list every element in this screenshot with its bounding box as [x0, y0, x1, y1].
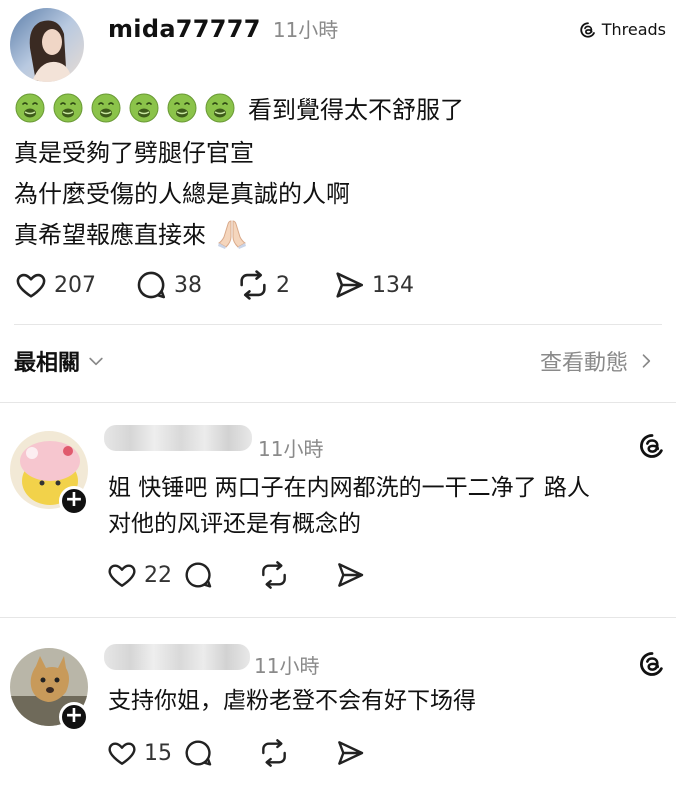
reply-text-line: 支持你姐，虐粉老登不会有好下场得 [108, 688, 476, 714]
repost-button[interactable] [258, 737, 334, 769]
reply-body: 支持你姐，虐粉老登不会有好下场得 [108, 683, 476, 719]
share-count: 134 [372, 272, 414, 298]
repost-button[interactable] [258, 559, 334, 591]
share-button[interactable] [334, 559, 394, 591]
threads-icon[interactable] [638, 432, 666, 460]
comment-icon [185, 740, 212, 766]
follow-plus-button[interactable]: + [59, 486, 89, 516]
chevron-right-icon [642, 354, 651, 368]
post-line-1: 看到覺得太不舒服了 [14, 90, 464, 125]
post-text-4: 真希望報應直接來 [14, 221, 206, 249]
like-count: 15 [144, 740, 172, 766]
repost-icon [262, 561, 286, 589]
nauseated-face-icon [129, 93, 159, 122]
post-text-1: 看到覺得太不舒服了 [248, 96, 464, 124]
heart-icon [108, 564, 136, 587]
chevron-down-icon [89, 357, 103, 366]
share-button[interactable]: 134 [332, 268, 442, 302]
comment-count: 38 [174, 272, 202, 298]
comment-icon [185, 562, 212, 588]
post-line-3: 為什麼受傷的人總是真誠的人啊 [14, 174, 350, 209]
nauseated-face-icon [91, 93, 121, 122]
view-activity-link[interactable]: 查看動態 [540, 345, 656, 377]
nauseated-emoji-row [14, 92, 236, 124]
like-button[interactable]: 22 [106, 559, 182, 591]
divider [0, 617, 676, 618]
repost-icon [262, 739, 286, 767]
divider [0, 402, 676, 403]
post-line-2: 真是受夠了劈腿仔官宣 [14, 133, 254, 168]
comment-button[interactable] [182, 737, 258, 769]
repost-icon [240, 270, 266, 300]
comment-button[interactable] [182, 559, 258, 591]
heart-icon [108, 742, 136, 765]
reply-text-line: 对他的风评还是有概念的 [108, 511, 361, 537]
reply-text-line: 姐 快锤吧 两口子在内网都洗的一干二净了 路人 [108, 475, 590, 501]
follow-plus-button[interactable]: + [59, 702, 89, 732]
nauseated-face-icon [167, 93, 197, 122]
view-activity-label: 查看動態 [539, 351, 628, 376]
post-actions: 207 38 2 134 [14, 268, 442, 302]
threads-brand[interactable]: Threads [579, 20, 666, 39]
timestamp: 11小時 [272, 18, 339, 42]
reply-body: 姐 快锤吧 两口子在内网都洗的一干二净了 路人 对他的风评还是有概念的 [108, 470, 590, 542]
threads-icon [580, 21, 595, 38]
divider [14, 324, 662, 325]
repost-count: 2 [276, 272, 290, 298]
nauseated-face-icon [15, 93, 45, 122]
reply-timestamp: 11小時 [258, 437, 324, 461]
sort-dropdown[interactable]: 最相關 [14, 345, 106, 377]
comment-icon [137, 271, 166, 299]
sort-bar: 最相關 查看動態 [14, 345, 656, 377]
nauseated-face-icon [205, 93, 235, 122]
send-icon [336, 272, 364, 298]
reply-actions: 15 [106, 737, 394, 769]
send-icon [338, 563, 364, 587]
like-count: 207 [54, 272, 96, 298]
like-button[interactable]: 207 [14, 268, 134, 302]
reply-timestamp: 11小時 [254, 654, 320, 678]
send-icon [338, 741, 364, 765]
threads-icon[interactable] [638, 650, 666, 678]
like-button[interactable]: 15 [106, 737, 182, 769]
blurred-username [104, 425, 252, 451]
reply-actions: 22 [106, 559, 394, 591]
nauseated-face-icon [53, 93, 83, 122]
post-line-4: 真希望報應直接來 [14, 215, 248, 250]
like-count: 22 [144, 562, 172, 588]
avatar[interactable] [10, 8, 84, 82]
heart-icon [16, 273, 46, 298]
post-text-2: 真是受夠了劈腿仔官宣 [14, 139, 254, 167]
share-button[interactable] [334, 737, 394, 769]
post-text-3: 為什麼受傷的人總是真誠的人啊 [14, 180, 350, 208]
brand-label: Threads [601, 20, 666, 39]
blurred-username [104, 644, 250, 670]
folded-hands-icon [218, 219, 246, 249]
comment-button[interactable]: 38 [134, 268, 236, 302]
sort-label: 最相關 [14, 351, 81, 376]
repost-button[interactable]: 2 [236, 268, 332, 302]
username[interactable]: mida77777 [108, 15, 261, 43]
